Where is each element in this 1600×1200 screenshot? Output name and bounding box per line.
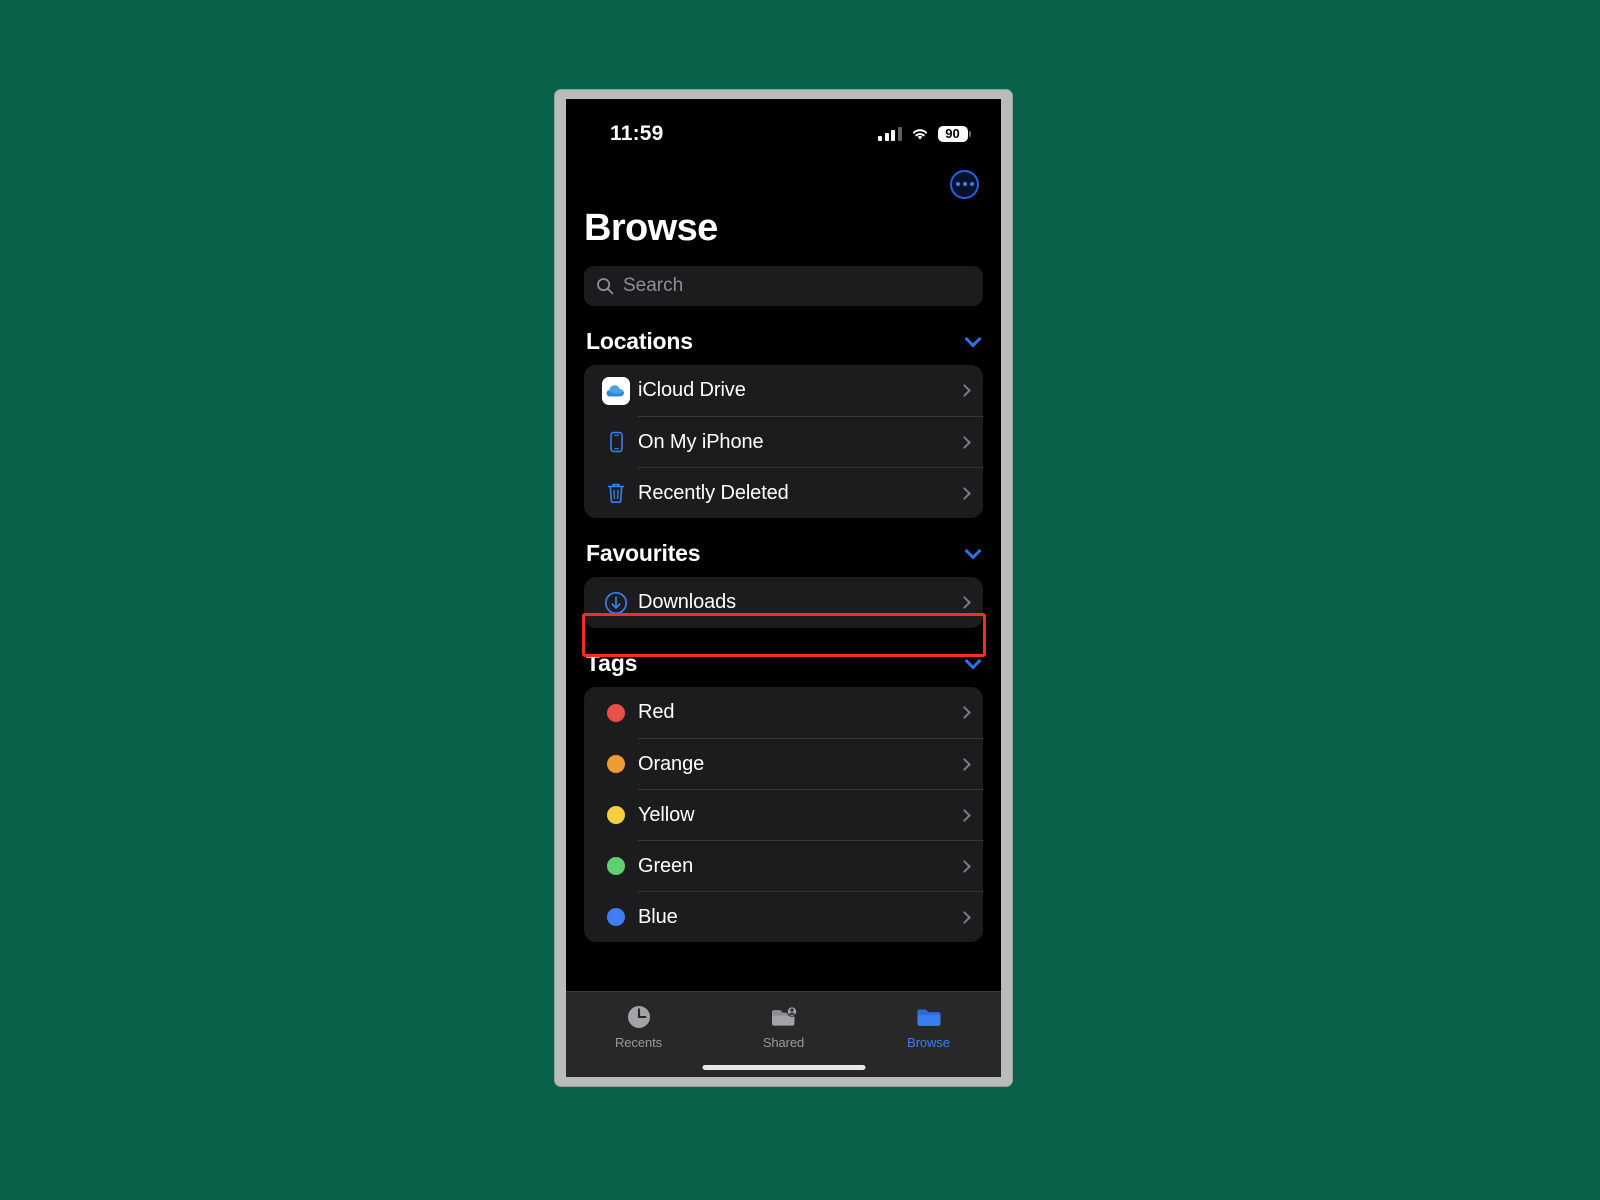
- search-placeholder: Search: [623, 275, 684, 296]
- section-header-locations: Locations: [566, 306, 1001, 365]
- battery-cap: [969, 131, 971, 137]
- chevron-right-icon: [958, 859, 971, 873]
- browse-list[interactable]: Locations iCloud Drive On My iPhone Rece…: [566, 306, 1001, 991]
- page-title: Browse: [584, 207, 718, 249]
- locations-group: iCloud Drive On My iPhone Recently Delet…: [584, 365, 983, 518]
- list-item-downloads[interactable]: Downloads: [584, 577, 983, 628]
- nav-bar-actions: [566, 155, 1001, 213]
- list-item-tag-green[interactable]: Green: [584, 840, 983, 891]
- chevron-right-icon: [958, 808, 971, 822]
- tab-browse[interactable]: Browse: [856, 1003, 1001, 1050]
- list-item-body: iCloud Drive: [638, 365, 983, 416]
- tag-dot-icon: [594, 907, 638, 926]
- status-bar: 11:59 90: [566, 99, 1001, 155]
- status-bar-time: 11:59: [610, 122, 664, 145]
- cellular-bars-icon: [878, 127, 902, 141]
- list-item-label: Recently Deleted: [638, 481, 789, 504]
- clock-icon: [627, 1006, 650, 1028]
- search-icon: [597, 278, 614, 295]
- tab-label-browse: Browse: [907, 1035, 950, 1050]
- wifi-icon: [912, 129, 927, 140]
- list-item-label: Blue: [638, 905, 678, 928]
- favourites-group: Downloads: [584, 577, 983, 628]
- chevron-down-icon[interactable]: [964, 542, 982, 559]
- chevron-right-icon: [958, 910, 971, 924]
- chevron-right-icon: [958, 435, 971, 449]
- battery-percent-label: 90: [937, 126, 968, 142]
- list-item-icloud-drive[interactable]: iCloud Drive: [584, 365, 983, 416]
- tag-color-swatch: [607, 856, 625, 875]
- list-item-tag-yellow[interactable]: Yellow: [584, 789, 983, 840]
- list-item-body: Red: [638, 687, 983, 738]
- ellipsis-dot-3: [969, 182, 974, 186]
- section-header-tags: Tags: [566, 628, 1001, 687]
- list-item-label: Green: [638, 854, 694, 877]
- tag-color-swatch: [607, 907, 625, 926]
- search-input[interactable]: Search: [584, 266, 983, 306]
- list-item-label: Orange: [638, 752, 705, 775]
- tag-dot-icon: [594, 805, 638, 824]
- tag-dot-icon: [594, 754, 638, 773]
- iphone-icon: [594, 429, 638, 455]
- section-header-favourites: Favourites: [566, 518, 1001, 577]
- section-title-locations: Locations: [586, 328, 693, 354]
- phone-screen: 11:59 90 Browse Search Locations iCloud …: [566, 99, 1001, 1077]
- phone-device-frame: 11:59 90 Browse Search Locations iCloud …: [555, 90, 1012, 1086]
- home-indicator: [702, 1065, 865, 1070]
- tag-dot-icon: [594, 856, 638, 875]
- list-item-body: Recently Deleted: [638, 467, 983, 518]
- tab-bar: Recents Shared Browse: [566, 991, 1001, 1077]
- chevron-right-icon: [958, 596, 971, 609]
- chevron-down-icon[interactable]: [964, 652, 982, 669]
- list-item-body: Blue: [638, 891, 983, 942]
- list-item-tag-blue[interactable]: Blue: [584, 891, 983, 942]
- tag-color-swatch: [607, 754, 625, 773]
- tab-shared[interactable]: Shared: [711, 1003, 856, 1050]
- list-item-tag-orange[interactable]: Orange: [584, 738, 983, 789]
- list-item-label: Yellow: [638, 803, 695, 826]
- list-item-on-my-iphone[interactable]: On My iPhone: [584, 416, 983, 467]
- list-item-label: On My iPhone: [638, 430, 764, 453]
- tab-label-shared: Shared: [762, 1035, 805, 1050]
- section-title-favourites: Favourites: [586, 540, 701, 566]
- screenshot-canvas: 11:59 90 Browse Search Locations iCloud …: [0, 0, 1600, 1200]
- section-title-tags: Tags: [586, 650, 638, 676]
- ellipsis-dot-1: [955, 182, 960, 186]
- tag-color-swatch: [607, 703, 625, 722]
- list-item-label: Red: [638, 701, 675, 723]
- list-item-body: On My iPhone: [638, 416, 983, 467]
- folder-icon: [917, 1009, 940, 1026]
- chevron-right-icon: [958, 757, 971, 771]
- chevron-right-icon: [958, 486, 971, 500]
- tag-color-swatch: [607, 805, 625, 824]
- icloud-drive-icon: [594, 376, 638, 405]
- list-item-label: Downloads: [638, 591, 737, 613]
- tab-recents[interactable]: Recents: [566, 1003, 711, 1050]
- chevron-right-icon: [958, 384, 971, 397]
- list-item-body: Yellow: [638, 789, 983, 840]
- list-item-recently-deleted[interactable]: Recently Deleted: [584, 467, 983, 518]
- shared-folder-icon: [771, 1006, 797, 1026]
- list-item-label: iCloud Drive: [638, 379, 746, 401]
- list-item-body: Green: [638, 840, 983, 891]
- list-item-body: Orange: [638, 738, 983, 789]
- tag-dot-icon: [594, 703, 638, 722]
- download-circle-icon: [594, 590, 638, 616]
- chevron-right-icon: [958, 706, 971, 719]
- trash-icon: [594, 480, 638, 506]
- more-options-button[interactable]: [950, 169, 979, 199]
- chevron-down-icon[interactable]: [964, 330, 982, 347]
- list-item-tag-red[interactable]: Red: [584, 687, 983, 738]
- ellipsis-dot-2: [962, 182, 967, 186]
- status-bar-indicators: 90: [878, 126, 971, 142]
- search-bar-container: Search: [566, 247, 1001, 306]
- tab-label-recents: Recents: [615, 1035, 662, 1050]
- tags-group: Red Orange Yellow Green Blue: [584, 687, 983, 942]
- list-item-body: Downloads: [638, 577, 983, 628]
- battery-indicator: 90: [937, 126, 971, 142]
